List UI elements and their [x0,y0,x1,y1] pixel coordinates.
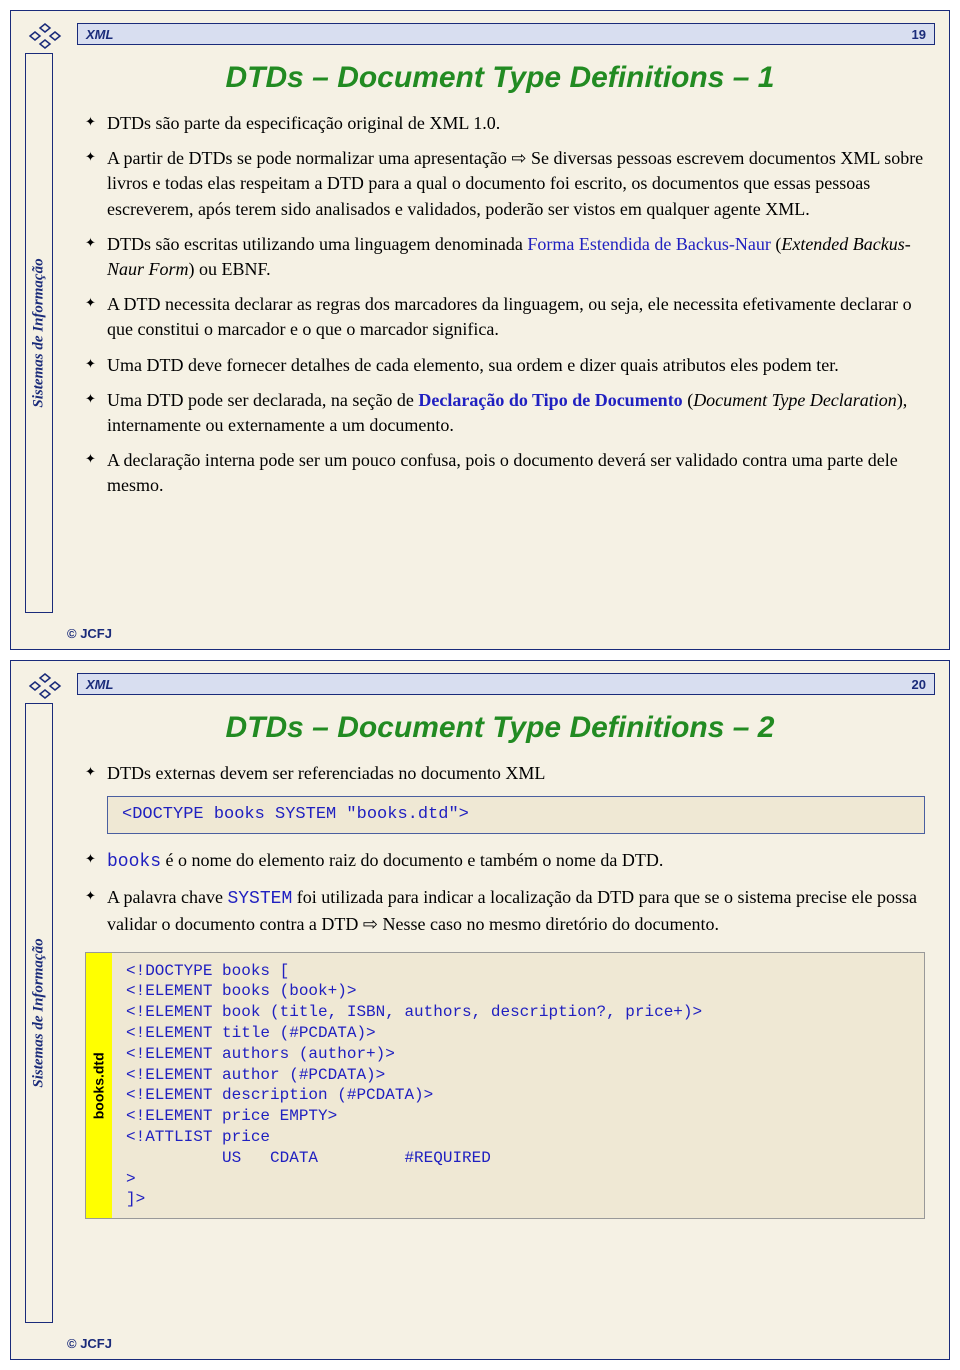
bullet-item: A palavra chave SYSTEM foi utilizada par… [85,885,925,937]
page-number: 20 [912,677,926,692]
slide-content: DTDs são parte da especificação original… [85,111,925,498]
slide-title: DTDs – Document Type Definitions – 2 [71,711,929,745]
slide-20: XML 20 Sistemas de Informação DTDs – Doc… [10,660,950,1360]
logo-icon [25,671,65,701]
arrow-icon: ⇨ [511,148,526,168]
page-number: 19 [912,27,926,42]
sidebar-label: Sistemas de Informação [31,938,48,1087]
slide-title: DTDs – Document Type Definitions – 1 [71,61,929,95]
logo-icon [25,21,65,51]
emphasized-term: Declaração do Tipo de Documento [418,390,682,410]
slide-19: XML 19 Sistemas de Informação DTDs – Doc… [10,10,950,650]
bullet-item: DTDs são escritas utilizando uma linguag… [85,232,925,282]
bullet-item: Uma DTD pode ser declarada, na seção de … [85,388,925,438]
code-label: books.dtd [86,953,112,1219]
bullet-item: A partir de DTDs se pode normalizar uma … [85,146,925,222]
code-block-dtd: books.dtd <!DOCTYPE books [ <!ELEMENT bo… [85,952,925,1220]
slide-header: XML 20 [77,673,935,695]
header-title: XML [86,27,113,42]
bullet-item: DTDs externas devem ser referenciadas no… [85,761,925,786]
bullet-item: Uma DTD deve fornecer detalhes de cada e… [85,353,925,378]
arrow-icon: ⇨ [363,914,378,934]
bullet-item: A declaração interna pode ser um pouco c… [85,448,925,498]
slide-content: DTDs externas devem ser referenciadas no… [85,761,925,1219]
code-body: <!DOCTYPE books [ <!ELEMENT books (book+… [112,953,924,1219]
link-text: Forma Estendida de Backus-Naur [527,234,770,254]
bullet-item: DTDs são parte da especificação original… [85,111,925,136]
code-block-doctype: <DOCTYPE books SYSTEM "books.dtd"> [107,796,925,834]
sidebar: Sistemas de Informação [25,53,53,613]
bullet-item: A DTD necessita declarar as regras dos m… [85,292,925,342]
header-title: XML [86,677,113,692]
footer: © JCFJ [67,626,112,641]
code-inline: books [107,852,161,872]
sidebar-label: Sistemas de Informação [31,258,48,407]
code-label-text: books.dtd [89,1052,109,1119]
footer: © JCFJ [67,1336,112,1351]
slide-header: XML 19 [77,23,935,45]
sidebar: Sistemas de Informação [25,703,53,1323]
bullet-item: books é o nome do elemento raiz do docum… [85,848,925,875]
code-inline: SYSTEM [227,889,292,909]
